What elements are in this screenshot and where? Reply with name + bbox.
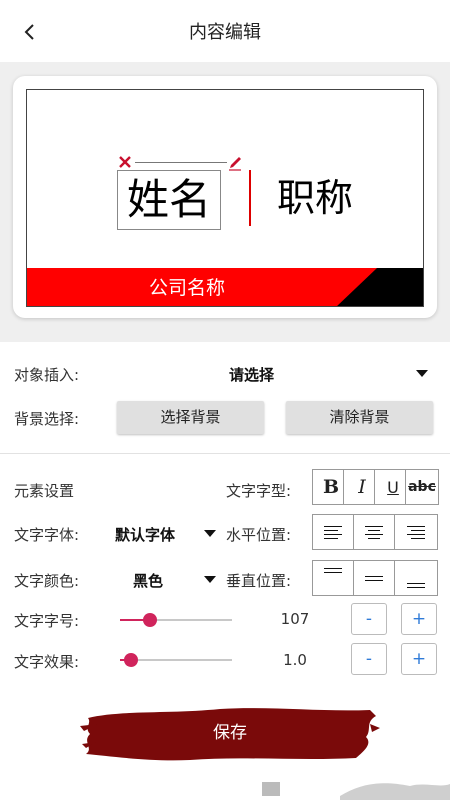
align-left-button[interactable]	[312, 514, 354, 550]
text-color-select[interactable]: 黑色	[133, 570, 163, 591]
vertical-position-label: 垂直位置:	[226, 572, 292, 590]
font-size-plus-button[interactable]: +	[401, 603, 437, 635]
text-effect-label: 文字效果:	[14, 653, 80, 671]
align-center-button[interactable]	[353, 514, 395, 550]
text-effect-slider-thumb[interactable]	[124, 653, 138, 667]
save-button[interactable]: 保存	[80, 704, 380, 762]
font-size-slider-thumb[interactable]	[143, 613, 157, 627]
card-frame: 姓名 职称 公司名称	[13, 76, 437, 318]
align-middle-button[interactable]	[353, 560, 395, 596]
chevron-down-icon[interactable]	[204, 530, 216, 537]
section-divider	[0, 453, 450, 454]
element-settings-label: 元素设置	[14, 482, 75, 500]
align-top-icon	[324, 568, 342, 573]
insert-select[interactable]: 请选择	[229, 364, 274, 385]
choose-background-button[interactable]: 选择背景	[117, 401, 264, 434]
font-style-label: 文字字型:	[226, 482, 292, 500]
selection-line	[135, 162, 227, 163]
align-bottom-icon	[407, 583, 425, 588]
font-size-slider[interactable]	[120, 613, 232, 627]
font-family-select[interactable]: 默认字体	[115, 524, 175, 545]
align-right-icon	[407, 525, 425, 539]
company-bar: 公司名称	[27, 268, 423, 306]
text-effect-value: 1.0	[283, 651, 307, 669]
text-effect-slider[interactable]	[120, 653, 232, 667]
clear-background-button[interactable]: 清除背景	[286, 401, 433, 434]
insert-label: 对象插入:	[14, 366, 80, 384]
chevron-down-icon[interactable]	[416, 370, 428, 377]
align-top-button[interactable]	[312, 560, 354, 596]
font-family-label: 文字字体:	[14, 526, 80, 544]
font-size-minus-button[interactable]: -	[351, 603, 387, 635]
align-middle-icon	[365, 575, 383, 581]
page-title: 内容编辑	[189, 22, 261, 43]
align-bottom-button[interactable]	[394, 560, 438, 596]
horizontal-position-label: 水平位置:	[226, 526, 292, 544]
align-right-button[interactable]	[394, 514, 438, 550]
card-divider	[249, 170, 251, 226]
text-effect-minus-button[interactable]: -	[351, 643, 387, 675]
text-color-label: 文字颜色:	[14, 572, 80, 590]
card-name-text[interactable]: 姓名	[117, 170, 221, 230]
text-effect-plus-button[interactable]: +	[401, 643, 437, 675]
background-label: 背景选择:	[14, 410, 80, 428]
strikethrough-button[interactable]: abc	[405, 469, 439, 505]
business-card: 姓名 职称 公司名称	[26, 89, 424, 307]
align-center-icon	[365, 525, 383, 539]
save-label: 保存	[213, 723, 247, 743]
card-job-title-text[interactable]: 职称	[277, 174, 353, 222]
pencil-icon[interactable]	[226, 154, 244, 172]
card-preview-area: 姓名 职称 公司名称	[0, 62, 450, 342]
chevron-down-icon[interactable]	[204, 576, 216, 583]
close-icon[interactable]	[117, 154, 133, 170]
align-left-icon	[324, 525, 342, 539]
card-company-text[interactable]: 公司名称	[27, 268, 347, 306]
ink-decoration	[262, 782, 450, 800]
font-size-label: 文字字号:	[14, 612, 80, 630]
top-bar: 内容编辑	[0, 0, 450, 62]
font-size-value: 107	[280, 610, 310, 628]
